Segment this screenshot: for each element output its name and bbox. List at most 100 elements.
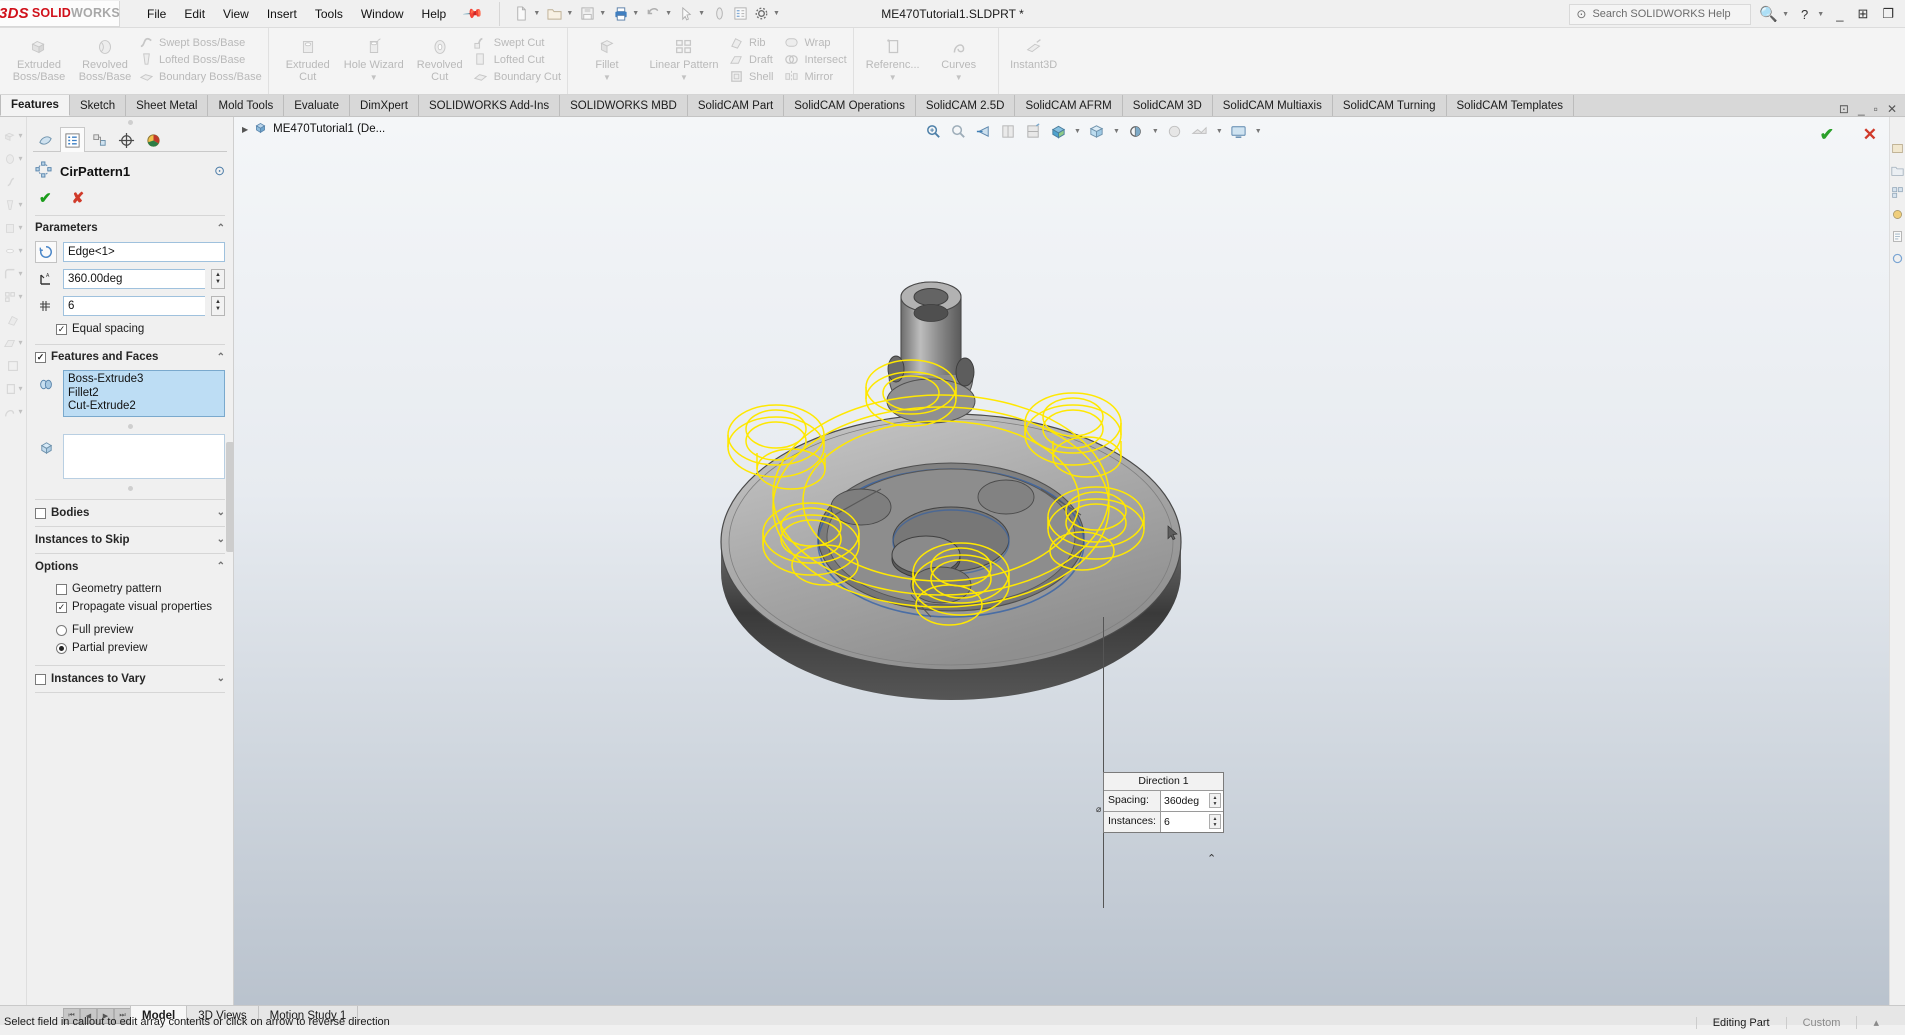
ok-button[interactable]: ✔ bbox=[39, 189, 52, 207]
bodies-section-header[interactable]: Bodies ⌄ bbox=[27, 500, 233, 526]
open-folder-caret-icon[interactable]: ▼ bbox=[566, 10, 573, 17]
feature-tree-tab[interactable] bbox=[33, 127, 58, 152]
hole-wizard-button[interactable]: Hole Wizard ▼ bbox=[341, 31, 407, 84]
menu-tools[interactable]: Tools bbox=[306, 3, 352, 25]
appearances-icon[interactable] bbox=[1890, 203, 1905, 225]
full-preview-radio[interactable] bbox=[56, 624, 67, 636]
maximize-window-icon[interactable]: ▫ bbox=[1874, 102, 1878, 116]
hole-wizard-caret-icon[interactable]: ▼ bbox=[370, 72, 378, 84]
bodies-chevron-down-icon[interactable]: ⌄ bbox=[217, 507, 225, 518]
callout-reverse-arrow-icon[interactable]: ⌃ bbox=[1207, 852, 1216, 865]
instances-input[interactable]: 6 bbox=[63, 296, 205, 316]
list-item[interactable]: Cut-Extrude2 bbox=[68, 400, 220, 414]
callout-spacing-spinner[interactable]: ▲ ▼ bbox=[1209, 793, 1221, 808]
propagate-visual-properties-row[interactable]: Propagate visual properties bbox=[27, 598, 233, 617]
fillet-caret-icon[interactable]: ▼ bbox=[603, 72, 611, 84]
options-caret-icon[interactable]: ▼ bbox=[773, 10, 780, 17]
search-caret-icon[interactable]: ▼ bbox=[1782, 11, 1789, 18]
strip-revolved-boss-icon[interactable]: ▾ bbox=[0, 147, 26, 170]
tab-sketch[interactable]: Sketch bbox=[69, 95, 127, 116]
configuration-manager-tab[interactable] bbox=[87, 127, 112, 152]
file-properties-icon[interactable] bbox=[731, 4, 750, 23]
resize-grip-1[interactable] bbox=[27, 420, 233, 432]
tab-solidcam-afrm[interactable]: SolidCAM AFRM bbox=[1015, 95, 1123, 116]
tab-solidcam-multiaxis[interactable]: SolidCAM Multiaxis bbox=[1212, 95, 1333, 116]
tab-sheet-metal[interactable]: Sheet Metal bbox=[126, 95, 209, 116]
strip-shell-icon[interactable] bbox=[0, 354, 26, 377]
bodies-checkbox[interactable] bbox=[35, 507, 46, 519]
menu-file[interactable]: File bbox=[138, 3, 175, 25]
boundary-cut-button[interactable]: Boundary Cut bbox=[473, 68, 561, 85]
select-caret-icon[interactable]: ▼ bbox=[698, 10, 705, 17]
select-cursor-icon[interactable] bbox=[677, 4, 696, 23]
strip-draft-icon[interactable]: ▾ bbox=[0, 331, 26, 354]
linear-pattern-caret-icon[interactable]: ▼ bbox=[680, 72, 688, 84]
new-document-icon[interactable] bbox=[512, 4, 531, 23]
features-and-faces-section-header[interactable]: Features and Faces ⌃ bbox=[27, 345, 233, 368]
boundary-boss-base-button[interactable]: Boundary Boss/Base bbox=[138, 68, 262, 85]
rib-button[interactable]: Rib bbox=[728, 34, 773, 51]
instant3d-button[interactable]: Instant3D bbox=[1005, 31, 1063, 71]
tab-solidcam-25d[interactable]: SolidCAM 2.5D bbox=[915, 95, 1016, 116]
tile-windows-icon[interactable]: ⊡ bbox=[1839, 102, 1849, 116]
close-window-icon[interactable]: ✕ bbox=[1887, 102, 1897, 116]
panel-scrollbar[interactable] bbox=[226, 442, 234, 552]
list-item[interactable]: Fillet2 bbox=[68, 387, 220, 401]
dimxpert-manager-tab[interactable] bbox=[114, 127, 139, 152]
partial-preview-row[interactable]: Partial preview bbox=[27, 639, 233, 657]
print-caret-icon[interactable]: ▼ bbox=[632, 10, 639, 17]
search-icon[interactable]: 🔍 bbox=[1759, 5, 1778, 23]
fillet-button[interactable]: Fillet ▼ bbox=[574, 31, 640, 84]
strip-lofted-boss-icon[interactable]: ▾ bbox=[0, 193, 26, 216]
save-caret-icon[interactable]: ▼ bbox=[599, 10, 606, 17]
options-section-header[interactable]: Options ⌃ bbox=[27, 554, 233, 580]
callout-spacing-row[interactable]: Spacing: 360deg ▲ ▼ bbox=[1104, 790, 1223, 811]
revolved-cut-button[interactable]: Revolved Cut bbox=[407, 31, 473, 83]
menu-edit[interactable]: Edit bbox=[175, 3, 214, 25]
tab-solidcam-part[interactable]: SolidCAM Part bbox=[687, 95, 785, 116]
undo-icon[interactable] bbox=[644, 4, 663, 23]
menu-insert[interactable]: Insert bbox=[258, 3, 306, 25]
strip-curves-icon[interactable]: ▾ bbox=[0, 400, 26, 423]
tab-solidcam-operations[interactable]: SolidCAM Operations bbox=[784, 95, 916, 116]
tab-evaluate[interactable]: Evaluate bbox=[284, 95, 351, 116]
instances-to-vary-checkbox[interactable] bbox=[35, 673, 46, 685]
restore-button[interactable]: ⊞ bbox=[1852, 6, 1873, 22]
help-icon[interactable]: ⊙ bbox=[214, 163, 225, 179]
geometry-pattern-checkbox[interactable] bbox=[56, 583, 67, 595]
swept-boss-base-button[interactable]: Swept Boss/Base bbox=[138, 34, 262, 51]
file-explorer-icon[interactable] bbox=[1890, 159, 1905, 181]
pin-menu-icon[interactable]: 📌 bbox=[462, 2, 485, 25]
graphics-area[interactable]: ▶ ME470Tutorial1 (De... ▼ ▼ ▼ ▼ ▼ ✔ ✕ Di… bbox=[234, 117, 1889, 1013]
design-library-icon[interactable] bbox=[1890, 137, 1905, 159]
parameters-chevron-up-icon[interactable]: ⌃ bbox=[217, 223, 225, 234]
save-icon[interactable] bbox=[578, 4, 597, 23]
geometry-pattern-row[interactable]: Geometry pattern bbox=[27, 580, 233, 598]
equal-spacing-checkbox[interactable] bbox=[56, 324, 67, 335]
menu-help[interactable]: Help bbox=[413, 3, 456, 25]
rebuild-icon[interactable] bbox=[710, 4, 729, 23]
full-preview-row[interactable]: Full preview bbox=[27, 621, 233, 639]
close-button[interactable]: ❐ bbox=[1877, 6, 1899, 22]
parameters-section-header[interactable]: Parameters ⌃ bbox=[27, 216, 233, 239]
strip-reference-geometry-icon[interactable]: ▾ bbox=[0, 377, 26, 400]
callout-spacing-value[interactable]: 360deg ▲ ▼ bbox=[1160, 791, 1223, 811]
strip-extruded-boss-icon[interactable]: ▾ bbox=[0, 124, 26, 147]
list-item[interactable]: Boss-Extrude3 bbox=[68, 373, 220, 387]
callout-instances-row[interactable]: Instances: 6 ▲ ▼ bbox=[1104, 811, 1223, 832]
options-gear-icon[interactable] bbox=[752, 4, 771, 23]
strip-hole-wizard-icon[interactable]: ▾ bbox=[0, 239, 26, 262]
strip-fillet-icon[interactable]: ▾ bbox=[0, 262, 26, 285]
curves-caret-icon[interactable]: ▼ bbox=[955, 72, 963, 84]
help-button[interactable]: ? bbox=[1796, 7, 1813, 22]
angle-input[interactable]: 360.00deg bbox=[63, 269, 205, 289]
wrap-button[interactable]: Wrap bbox=[783, 34, 846, 51]
strip-linear-pattern-icon[interactable]: ▾ bbox=[0, 285, 26, 308]
reference-geometry-caret-icon[interactable]: ▼ bbox=[889, 72, 897, 84]
draft-button[interactable]: Draft bbox=[728, 51, 773, 68]
status-units[interactable]: Custom bbox=[1785, 1016, 1857, 1029]
new-document-caret-icon[interactable]: ▼ bbox=[533, 10, 540, 17]
lofted-boss-base-button[interactable]: Lofted Boss/Base bbox=[138, 51, 262, 68]
direction-callout[interactable]: Direction 1 Spacing: 360deg ▲ ▼ Instances… bbox=[1103, 772, 1224, 833]
model-3d-view[interactable] bbox=[234, 117, 1889, 1013]
